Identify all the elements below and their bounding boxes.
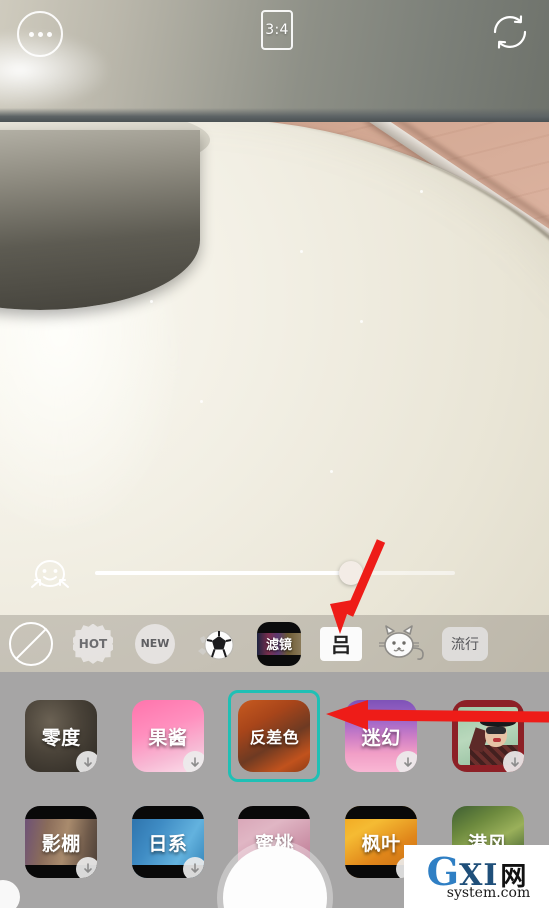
beauty-slider-row	[0, 545, 549, 603]
beauty-slider-track[interactable]	[95, 561, 455, 585]
lv-label: 吕	[331, 633, 351, 657]
download-icon[interactable]	[182, 857, 204, 878]
download-icon[interactable]	[502, 751, 524, 772]
beauty-slider-fill	[95, 571, 351, 575]
trending-pill-icon: 流行	[442, 626, 488, 661]
category-trending[interactable]: 流行	[434, 615, 496, 672]
filter-name: 迷幻	[361, 726, 401, 749]
filter-category-bar[interactable]: HOT NEW 滤镜 吕 流行	[0, 615, 549, 672]
category-new[interactable]: NEW	[124, 615, 186, 672]
no-filter-icon	[9, 621, 53, 666]
cat-face-icon	[379, 624, 424, 660]
filter-name: 枫叶	[361, 832, 401, 855]
filter-name: 反差色	[249, 728, 300, 747]
watermark: G XI 网 system.com	[404, 845, 549, 908]
selection-highlight: 反差色	[228, 690, 321, 782]
top-toolbar: 3:4	[0, 0, 549, 70]
filter-thumb-fanchase[interactable]: 反差色	[238, 700, 311, 772]
watermark-domain: system.com	[446, 884, 531, 901]
download-icon[interactable]	[76, 857, 98, 878]
filter-cell[interactable]: 日系	[115, 796, 222, 888]
download-icon[interactable]	[76, 751, 98, 772]
filter-thumb-rixi[interactable]: 日系	[131, 806, 204, 878]
new-label: NEW	[140, 637, 170, 650]
lv-sticker-icon: 吕	[320, 626, 362, 661]
filter-tile-label: 滤镜	[265, 638, 292, 653]
hot-badge-icon: HOT	[73, 623, 113, 664]
download-icon[interactable]	[182, 751, 204, 772]
camera-filter-screen: 3:4 HOT NEW 滤镜 吕 流行 零度 果酱 反差色 迷幻 影棚 日系 蜜…	[0, 0, 549, 908]
beauty-face-icon[interactable]	[26, 549, 74, 597]
category-hot[interactable]: HOT	[62, 615, 124, 672]
category-cat-sticker[interactable]	[372, 615, 434, 672]
filter-cell-selected[interactable]: 反差色	[221, 690, 328, 782]
filter-cell[interactable]	[434, 690, 541, 782]
filter-row-1: 零度 果酱 反差色 迷幻	[0, 672, 549, 782]
category-sports[interactable]	[186, 615, 248, 672]
filter-thumb-lingdu[interactable]: 零度	[25, 700, 98, 772]
category-lv-sticker[interactable]: 吕	[310, 615, 372, 672]
filter-name: 影棚	[41, 832, 81, 855]
camera-flip-icon[interactable]	[488, 10, 532, 54]
filter-thumb-yingpeng[interactable]: 影棚	[25, 806, 98, 878]
filter-cell[interactable]: 迷幻	[328, 690, 435, 782]
filter-cell[interactable]: 果酱	[115, 690, 222, 782]
new-badge-icon: NEW	[135, 623, 175, 664]
aspect-ratio-label: 3:4	[265, 22, 289, 38]
filter-tile-icon: 滤镜	[257, 621, 301, 666]
filter-thumb-guojiang[interactable]: 果酱	[131, 700, 204, 772]
hot-label: HOT	[78, 636, 108, 651]
filter-cell[interactable]: 影棚	[8, 796, 115, 888]
category-no-filter[interactable]	[0, 615, 62, 672]
trending-label: 流行	[451, 636, 479, 653]
filter-name: 果酱	[148, 726, 188, 749]
download-icon[interactable]	[396, 751, 418, 772]
soccer-ball-icon	[198, 630, 234, 659]
more-dots-icon[interactable]	[17, 11, 63, 57]
category-filter-selected[interactable]: 滤镜	[248, 615, 310, 672]
beauty-slider-knob[interactable]	[338, 561, 363, 585]
filter-thumb-mihuan[interactable]: 迷幻	[345, 700, 418, 772]
filter-thumb-portrait[interactable]	[451, 700, 524, 772]
filter-name: 零度	[41, 726, 81, 749]
filter-cell[interactable]: 零度	[8, 690, 115, 782]
aspect-ratio-badge[interactable]: 3:4	[261, 10, 293, 50]
filter-name: 日系	[148, 832, 188, 855]
